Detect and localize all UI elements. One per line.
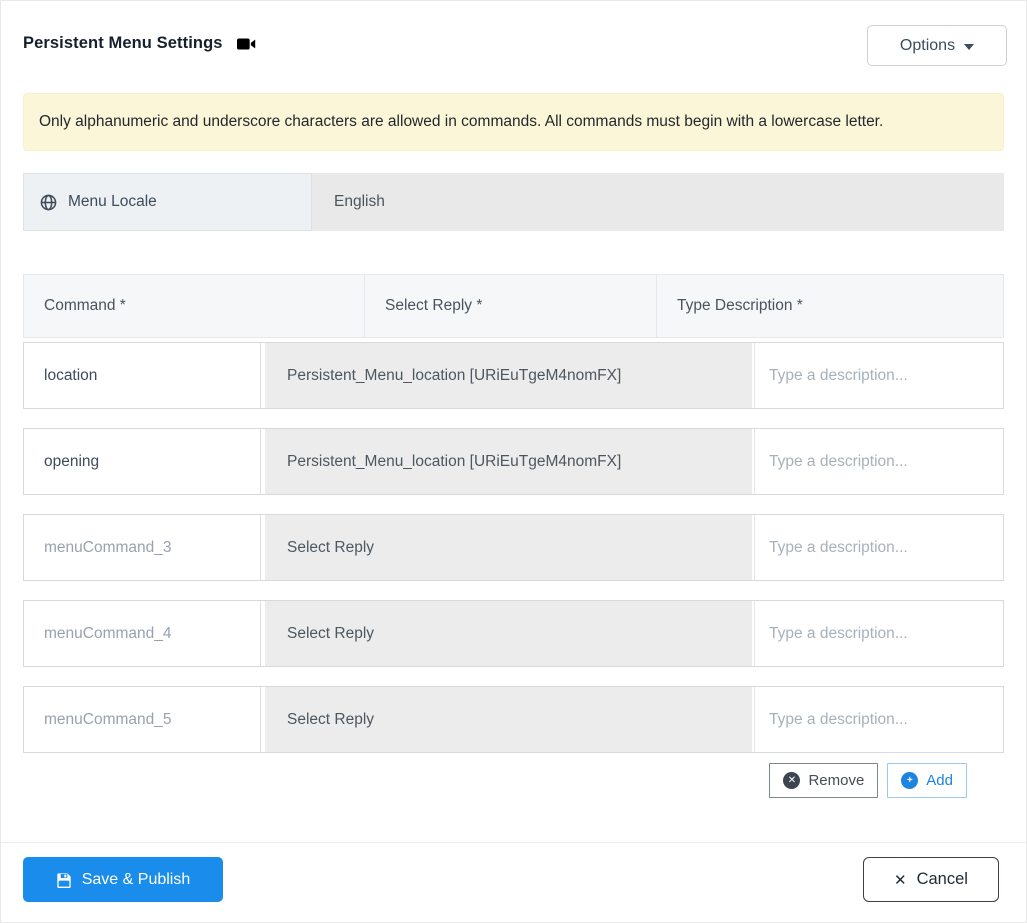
- select-reply-dropdown[interactable]: Select Reply: [265, 687, 752, 752]
- remove-row-button[interactable]: ✕ Remove: [769, 763, 879, 798]
- video-camera-icon: [236, 37, 256, 51]
- save-publish-button[interactable]: Save & Publish: [23, 857, 223, 902]
- panel-header: Persistent Menu Settings Options: [1, 1, 1026, 89]
- chevron-down-icon: [964, 43, 975, 50]
- description-input[interactable]: [755, 601, 1003, 666]
- menu-locale-value: English: [312, 173, 1004, 231]
- table-row: Select Reply: [23, 514, 1004, 581]
- row-actions: ✕ Remove + Add: [45, 763, 967, 798]
- menu-locale-value-text: English: [334, 193, 385, 210]
- select-reply-dropdown[interactable]: Select Reply: [265, 601, 752, 666]
- select-reply-dropdown[interactable]: Persistent_Menu_location [URiEuTgeM4nomF…: [265, 429, 752, 494]
- table-header-row: Command * Select Reply * Type Descriptio…: [23, 274, 1004, 338]
- title-wrap: Persistent Menu Settings: [23, 25, 256, 53]
- cancel-button-label: Cancel: [916, 870, 968, 888]
- command-input[interactable]: [24, 601, 261, 666]
- menu-locale-label: Menu Locale: [23, 173, 312, 231]
- add-circle-plus-icon: +: [901, 772, 919, 789]
- description-input[interactable]: [755, 515, 1003, 580]
- menu-locale-label-text: Menu Locale: [68, 193, 157, 210]
- description-input[interactable]: [755, 687, 1003, 752]
- options-button-label: Options: [899, 36, 956, 54]
- options-button[interactable]: Options: [867, 25, 1007, 66]
- warning-text: Only alphanumeric and underscore charact…: [39, 113, 884, 130]
- warning-banner: Only alphanumeric and underscore charact…: [23, 93, 1004, 151]
- cancel-button[interactable]: ✕ Cancel: [863, 857, 999, 902]
- description-input[interactable]: [755, 429, 1003, 494]
- table-body: Persistent_Menu_location [URiEuTgeM4nomF…: [23, 342, 1004, 753]
- command-input[interactable]: [24, 429, 261, 494]
- table-row: Persistent_Menu_location [URiEuTgeM4nomF…: [23, 342, 1004, 409]
- column-header-select-reply: Select Reply *: [365, 275, 657, 337]
- commands-table: Command * Select Reply * Type Descriptio…: [23, 274, 1004, 798]
- command-input[interactable]: [24, 687, 261, 752]
- page-title: Persistent Menu Settings: [23, 34, 223, 52]
- add-row-button[interactable]: + Add: [887, 763, 967, 798]
- select-reply-text: Select Reply: [287, 624, 375, 642]
- remove-button-label: Remove: [808, 772, 865, 789]
- column-header-type-description: Type Description *: [677, 297, 803, 314]
- select-reply-text: Select Reply: [287, 538, 375, 556]
- select-reply-text: Persistent_Menu_location [URiEuTgeM4nomF…: [287, 452, 622, 470]
- select-reply-text: Select Reply: [287, 710, 375, 728]
- menu-locale-row: Menu Locale English: [23, 173, 1004, 231]
- table-row: Select Reply: [23, 686, 1004, 753]
- command-input[interactable]: [24, 515, 261, 580]
- persistent-menu-settings-panel: Persistent Menu Settings Options Only al…: [0, 0, 1027, 923]
- save-disk-icon: [56, 872, 72, 888]
- table-row: Select Reply: [23, 600, 1004, 667]
- cancel-x-icon: ✕: [894, 871, 907, 889]
- description-input[interactable]: [755, 343, 1003, 408]
- select-reply-dropdown[interactable]: Persistent_Menu_location [URiEuTgeM4nomF…: [265, 343, 752, 408]
- table-row: Persistent_Menu_location [URiEuTgeM4nomF…: [23, 428, 1004, 495]
- add-button-label: Add: [926, 772, 953, 789]
- panel-footer: Save & Publish ✕ Cancel: [1, 842, 1026, 922]
- save-publish-label: Save & Publish: [81, 870, 191, 888]
- remove-circle-x-icon: ✕: [783, 772, 801, 789]
- select-reply-text: Persistent_Menu_location [URiEuTgeM4nomF…: [287, 366, 622, 384]
- select-reply-dropdown[interactable]: Select Reply: [265, 515, 752, 580]
- command-input[interactable]: [24, 343, 261, 408]
- globe-icon: [40, 194, 57, 211]
- column-header-command: Command *: [24, 275, 365, 337]
